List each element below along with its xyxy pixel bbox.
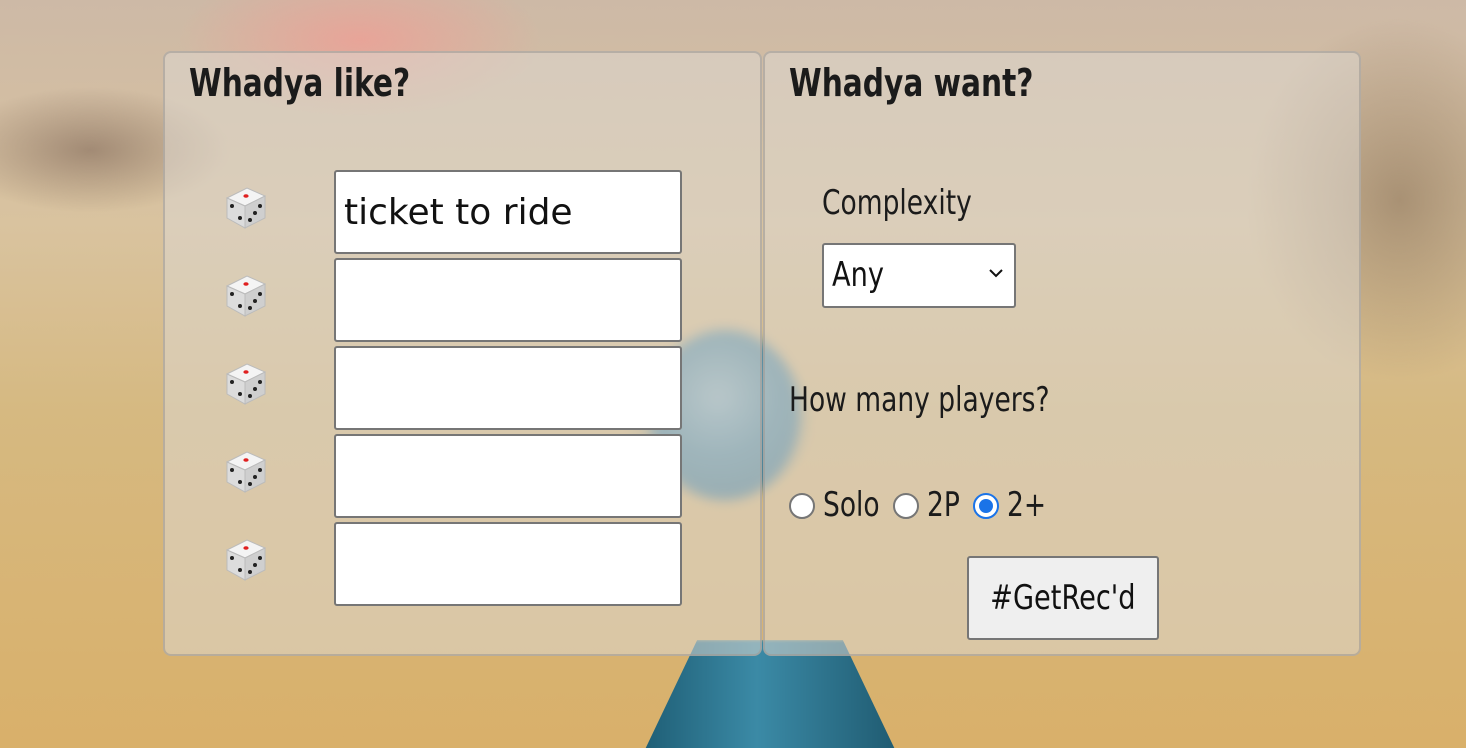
radio-solo[interactable] xyxy=(789,493,815,519)
likes-panel: Whadya like? xyxy=(163,51,762,656)
radio-2plus[interactable] xyxy=(973,493,999,519)
radio-2plus-label: 2+ xyxy=(1007,485,1047,525)
game-input-1[interactable] xyxy=(334,170,682,254)
game-input-2[interactable] xyxy=(334,258,682,342)
background-peg-base xyxy=(640,640,900,748)
likes-panel-title: Whadya like? xyxy=(189,61,411,105)
game-input-4[interactable] xyxy=(334,434,682,518)
dice-icon xyxy=(225,451,267,493)
dice-icon xyxy=(225,187,267,229)
game-input-5[interactable] xyxy=(334,522,682,606)
players-label: How many players? xyxy=(789,380,1050,420)
complexity-selected-value: Any xyxy=(832,255,884,295)
get-recd-button[interactable]: #GetRec'd xyxy=(967,556,1159,640)
complexity-label: Complexity xyxy=(822,183,972,223)
radio-2p[interactable] xyxy=(893,493,919,519)
wants-panel: Whadya want? Complexity Any How many pla… xyxy=(763,51,1361,656)
radio-2p-label: 2P xyxy=(927,485,960,525)
dice-icon xyxy=(225,363,267,405)
radio-solo-label: Solo xyxy=(823,485,880,525)
get-recd-button-label: #GetRec'd xyxy=(990,578,1136,618)
dice-icon xyxy=(225,275,267,317)
complexity-select[interactable]: Any xyxy=(822,243,1016,308)
game-input-3[interactable] xyxy=(334,346,682,430)
chevron-down-icon xyxy=(989,269,1003,278)
wants-panel-title: Whadya want? xyxy=(789,61,1034,105)
dice-icon xyxy=(225,539,267,581)
